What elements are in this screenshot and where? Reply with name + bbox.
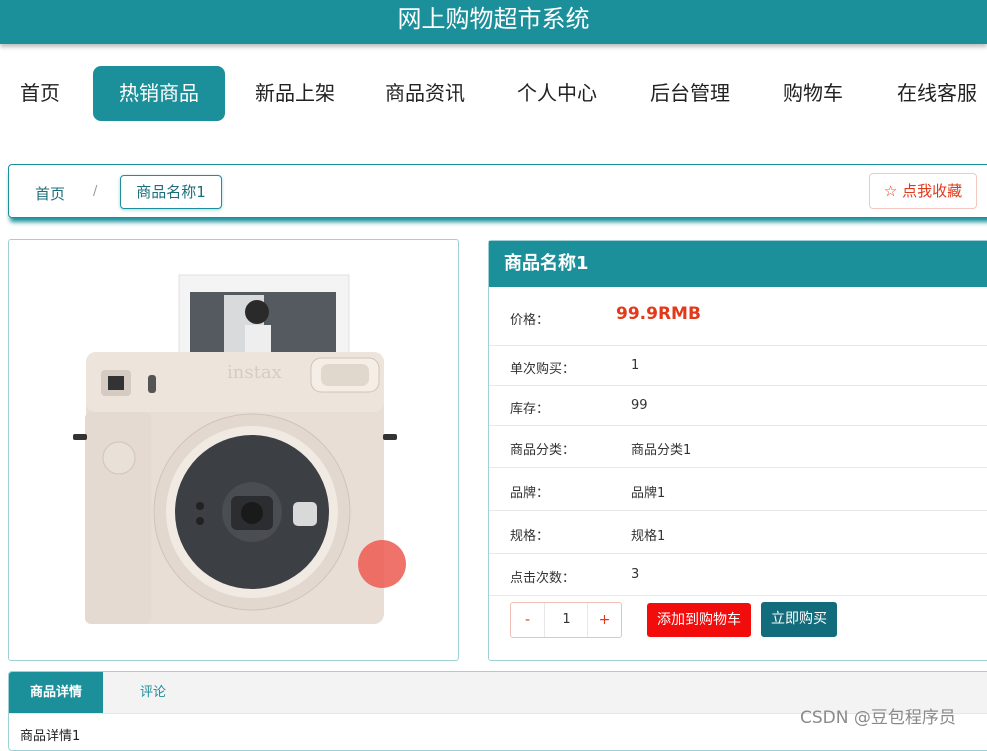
nav-item-news[interactable]: 商品资讯 [385, 66, 465, 121]
watermark: CSDN @豆包程序员 [800, 708, 956, 728]
info-row-spec: 规格： 规格1 [489, 511, 987, 554]
price-value: 99.9RMB [616, 304, 701, 324]
info-label: 规格： [510, 529, 550, 544]
tab-comments[interactable]: 评论 [121, 672, 185, 713]
price-row: 价格： 99.9RMB [489, 287, 987, 346]
product-image-panel: instax [8, 239, 459, 661]
breadcrumb-home-link[interactable]: 首页 [35, 183, 65, 204]
nav-item-home[interactable]: 首页 [20, 66, 60, 121]
tab-content: 商品详情1 [20, 729, 81, 744]
site-title: 网上购物超市系统 [397, 5, 590, 33]
product-image: instax [73, 274, 397, 624]
favorite-button[interactable]: ☆ 点我收藏 [869, 173, 977, 209]
price-label: 价格： [510, 313, 550, 328]
svg-text:instax: instax [227, 362, 282, 383]
info-row-clicks: 点击次数： 3 [489, 554, 987, 596]
breadcrumb-current: 商品名称1 [120, 175, 222, 209]
nav-item-cart[interactable]: 购物车 [783, 66, 843, 121]
quantity-stepper: - 1 + [510, 602, 622, 638]
nav-item-support[interactable]: 在线客服 [897, 66, 977, 121]
info-row-purchase-qty: 单次购买： 1 [489, 346, 987, 386]
breadcrumb-separator: / [93, 184, 98, 199]
info-value: 商品分类1 [631, 443, 692, 458]
info-value: 3 [631, 567, 640, 582]
info-value: 1 [631, 358, 640, 373]
nav-item-hot-products[interactable]: 热销商品 [93, 66, 225, 121]
main-nav: 首页 热销商品 新品上架 商品资讯 个人中心 后台管理 购物车 在线客服 [0, 66, 987, 122]
product-info-panel: 商品名称1 价格： 99.9RMB 单次购买： 1 库存： 99 商品分类： 商… [488, 240, 987, 661]
info-label: 点击次数： [510, 571, 576, 586]
site-header: 网上购物超市系统 [0, 0, 987, 44]
product-name: 商品名称1 [489, 241, 987, 287]
buy-now-button[interactable]: 立即购买 [761, 602, 837, 637]
info-label: 品牌： [510, 486, 550, 501]
info-row-stock: 库存： 99 [489, 386, 987, 426]
cursor-highlight [358, 540, 406, 588]
nav-item-new-arrivals[interactable]: 新品上架 [255, 66, 335, 121]
info-label: 单次购买： [510, 362, 576, 377]
quantity-input[interactable]: 1 [545, 603, 588, 637]
info-row-brand: 品牌： 品牌1 [489, 468, 987, 511]
breadcrumb: 首页 / 商品名称1 ☆ 点我收藏 [8, 164, 987, 218]
info-row-category: 商品分类： 商品分类1 [489, 426, 987, 468]
info-value: 规格1 [631, 529, 666, 544]
quantity-decrease-button[interactable]: - [511, 603, 545, 637]
tab-product-details[interactable]: 商品详情 [9, 672, 103, 713]
info-value: 99 [631, 398, 648, 413]
quantity-increase-button[interactable]: + [587, 603, 621, 637]
info-label: 库存： [510, 402, 550, 417]
nav-item-admin[interactable]: 后台管理 [650, 66, 730, 121]
nav-item-profile[interactable]: 个人中心 [517, 66, 597, 121]
add-to-cart-button[interactable]: 添加到购物车 [647, 603, 751, 637]
info-label: 商品分类： [510, 443, 576, 458]
info-value: 品牌1 [631, 486, 666, 501]
